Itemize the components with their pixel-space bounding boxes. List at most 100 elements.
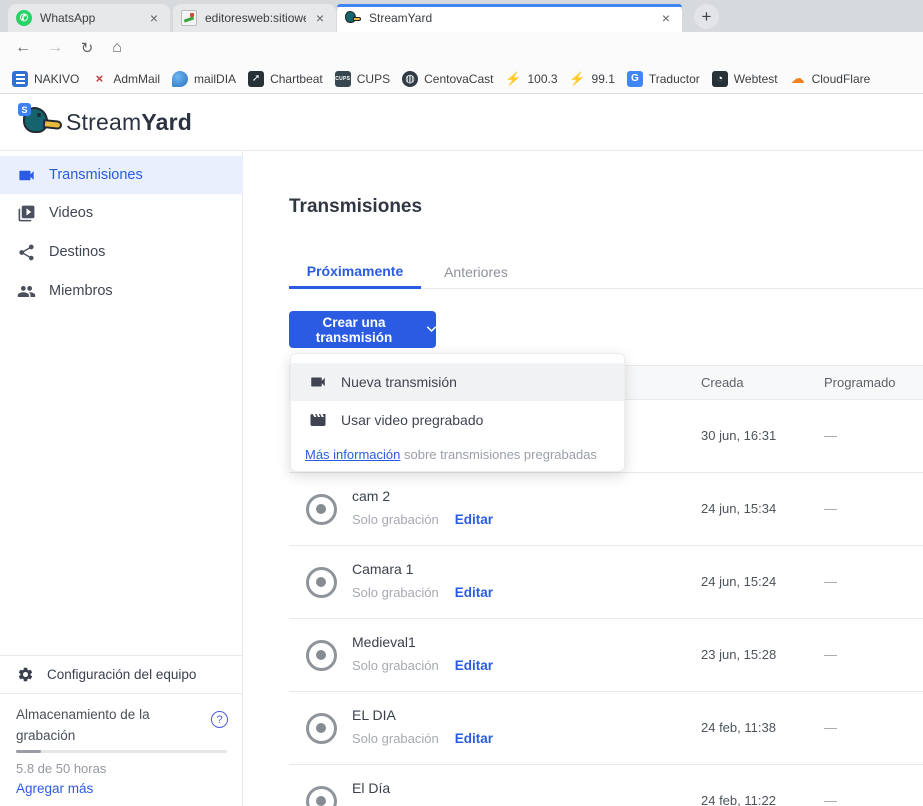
page-title: Transmisiones: [289, 196, 422, 218]
tab-title: StreamYard: [369, 11, 652, 25]
browser-toolbar: ← → ↻ ⌂ streamyard.com/teams/TQDhBC9ZNTm…: [0, 32, 923, 64]
reload-icon[interactable]: ↻: [76, 37, 98, 59]
videocam-icon: [17, 166, 36, 185]
bookmark-99-1[interactable]: ⚡99.1: [570, 71, 615, 87]
browser-tab-streamyard[interactable]: StreamYard ×: [337, 4, 682, 32]
table-row[interactable]: Medieval1 Solo grabación Editar 23 jun, 1…: [289, 619, 923, 692]
broadcast-type: Solo grabación: [352, 731, 439, 746]
forward-icon[interactable]: →: [44, 37, 66, 59]
video-library-icon: [17, 204, 36, 223]
sidebar-item-miembros[interactable]: Miembros: [0, 272, 243, 310]
bookmark-nakivo[interactable]: NAKIVO: [12, 71, 79, 87]
cloud-icon: ☁: [790, 71, 806, 87]
bookmark-cloudflare[interactable]: ☁CloudFlare: [790, 71, 871, 87]
sidebar-item-destinos[interactable]: Destinos: [0, 233, 243, 271]
edit-link[interactable]: Editar: [455, 512, 493, 527]
whatsapp-icon: ✆: [16, 10, 32, 26]
sidebar-item-label: Videos: [49, 205, 93, 221]
bookmark-traductor[interactable]: GTraductor: [627, 71, 700, 87]
globe-icon: ◍: [402, 71, 418, 87]
broadcast-title: Camara 1: [352, 561, 413, 577]
table-row[interactable]: EL DIA Solo grabación Editar 24 feb, 11:3…: [289, 692, 923, 765]
help-icon[interactable]: ?: [211, 711, 228, 728]
settings-label: Configuración del equipo: [47, 667, 196, 682]
scheduled-cell: —: [824, 720, 837, 735]
bookmark-webtest[interactable]: ◔Webtest: [712, 71, 778, 87]
close-icon[interactable]: ×: [312, 10, 328, 26]
record-icon: [306, 640, 337, 671]
broadcast-type: Solo grabación: [352, 512, 439, 527]
gear-icon: [17, 666, 34, 683]
bookmark-cups[interactable]: CUPSCUPS: [335, 71, 390, 87]
bookmark-centovacast[interactable]: ◍CentovaCast: [402, 71, 493, 87]
broadcast-title: Medieval1: [352, 634, 416, 650]
prerecorded-info: Más información sobre transmisiones preg…: [291, 439, 624, 462]
home-icon[interactable]: ⌂: [106, 37, 128, 59]
created-cell: 24 feb, 11:22: [701, 793, 776, 806]
edit-link[interactable]: Editar: [455, 585, 493, 600]
browser-tab-editoresweb[interactable]: editoresweb:sitioweb:eldia.co ×: [173, 4, 336, 32]
videocam-icon: [309, 373, 327, 391]
sidebar-item-transmisiones[interactable]: Transmisiones: [0, 156, 243, 194]
edit-link[interactable]: Editar: [455, 731, 493, 746]
bookmark-100-3[interactable]: ⚡100.3: [505, 71, 557, 87]
edit-link[interactable]: Editar: [455, 658, 493, 673]
table-row[interactable]: cam 2 Solo grabación Editar 24 jun, 15:34…: [289, 473, 923, 546]
created-cell: 24 jun, 15:34: [701, 501, 776, 516]
browser-tab-bar: ✆ WhatsApp × editoresweb:sitioweb:eldia.…: [0, 0, 923, 32]
bookmark-chartbeat[interactable]: ➚Chartbeat: [248, 71, 323, 87]
sidebar-item-label: Miembros: [49, 283, 113, 299]
add-more-link[interactable]: Agregar más: [16, 781, 93, 796]
storage-progress-fill: [16, 750, 41, 753]
broadcast-type: Solo grabación: [352, 658, 439, 673]
table-row[interactable]: El Día Solo grabaciónEditar 24 feb, 11:2…: [289, 765, 923, 806]
tab-proximamente[interactable]: Próximamente: [289, 255, 421, 289]
clapperboard-icon: [309, 411, 327, 429]
chartbeat-icon: ➚: [248, 71, 264, 87]
broadcast-title: cam 2: [352, 488, 390, 504]
streamyard-duck-icon: [345, 10, 361, 26]
storage-usage: 5.8 de 50 horas: [16, 761, 106, 776]
created-cell: 23 jun, 15:28: [701, 647, 776, 662]
table-row[interactable]: Camara 1 Solo grabación Editar 24 jun, 15…: [289, 546, 923, 619]
scheduled-cell: —: [824, 501, 837, 516]
scheduled-cell: —: [824, 574, 837, 589]
team-settings-button[interactable]: Configuración del equipo: [0, 656, 243, 693]
menu-item-new-broadcast[interactable]: Nueva transmisión: [291, 363, 624, 401]
bookmark-maildia[interactable]: mailDIA: [172, 71, 236, 87]
tab-anteriores[interactable]: Anteriores: [421, 255, 531, 289]
main-content: Transmisiones Próximamente Anteriores Cr…: [243, 151, 923, 806]
menu-item-prerecorded-video[interactable]: Usar video pregrabado: [291, 401, 624, 439]
broadcast-title: EL DIA: [352, 707, 396, 723]
sidebar-item-label: Transmisiones: [49, 167, 143, 183]
streamyard-logo-icon[interactable]: S: [18, 103, 60, 141]
tab-title: WhatsApp: [40, 11, 140, 25]
sidebar: Transmisiones Videos Destinos Miembros C…: [0, 151, 243, 806]
chevron-down-icon: [427, 326, 436, 333]
close-icon[interactable]: ×: [146, 10, 162, 26]
editor-page-icon: [181, 10, 197, 26]
storage-title: Almacenamiento de la grabación: [16, 704, 150, 746]
lightning-icon: ⚡: [570, 71, 586, 87]
created-cell: 30 jun, 16:31: [701, 428, 776, 443]
browser-tab-whatsapp[interactable]: ✆ WhatsApp ×: [8, 4, 170, 32]
create-broadcast-menu: Nueva transmisión Usar video pregrabado …: [290, 353, 625, 472]
admmail-icon: ×: [91, 71, 107, 87]
close-icon[interactable]: ×: [658, 10, 674, 26]
create-broadcast-button[interactable]: Crear una transmisión: [289, 311, 436, 348]
divider: [0, 693, 243, 694]
record-icon: [306, 713, 337, 744]
created-cell: 24 feb, 11:38: [701, 720, 776, 735]
share-icon: [17, 243, 36, 262]
people-icon: [17, 282, 36, 301]
created-cell: 24 jun, 15:24: [701, 574, 776, 589]
bookmark-admmail[interactable]: ×AdmMail: [91, 71, 160, 87]
broadcast-title: El Día: [352, 780, 390, 796]
back-icon[interactable]: ←: [12, 37, 34, 59]
sidebar-item-videos[interactable]: Videos: [0, 194, 243, 232]
more-info-link[interactable]: Más información: [305, 447, 400, 462]
lightning-icon: ⚡: [505, 71, 521, 87]
broadcast-type: Solo grabación: [352, 585, 439, 600]
new-tab-button[interactable]: +: [694, 4, 719, 29]
menu-item-label: Nueva transmisión: [341, 374, 457, 390]
